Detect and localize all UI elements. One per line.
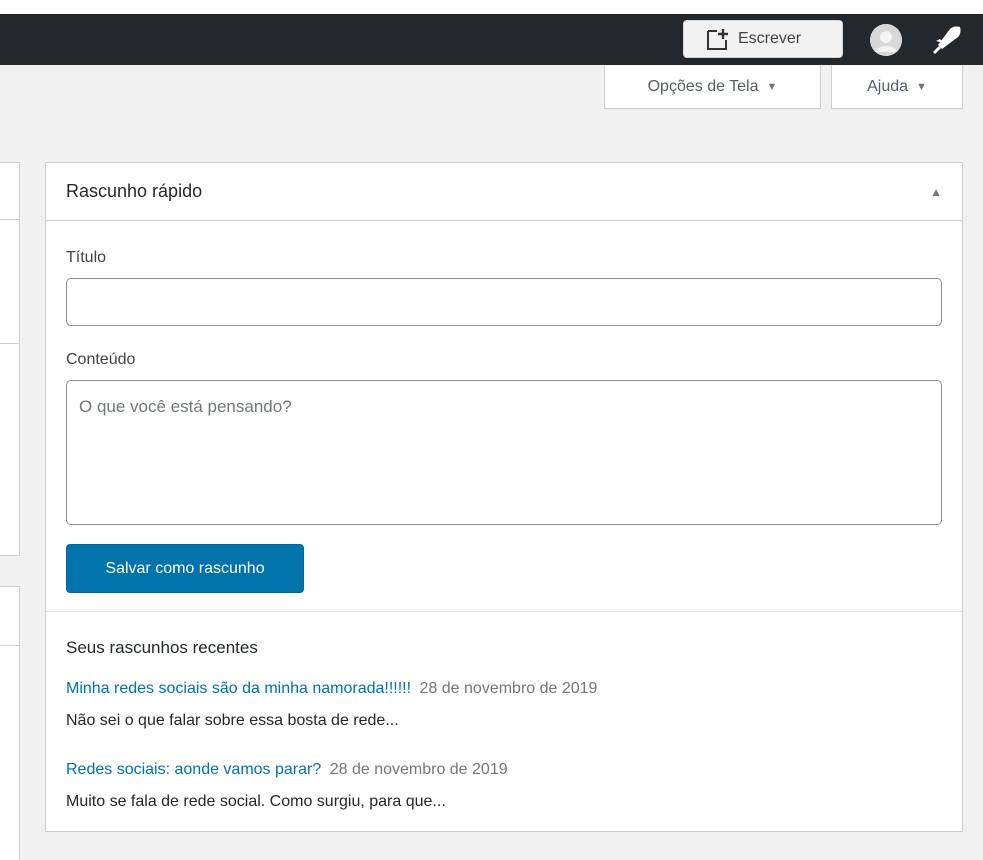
left-widget-body bbox=[0, 220, 20, 344]
screen-options-tab[interactable]: Opções de Tela ▼ bbox=[604, 65, 821, 109]
content-label: Conteúdo bbox=[66, 351, 136, 368]
new-post-label: Escrever bbox=[738, 30, 802, 47]
recent-drafts-heading: Seus rascunhos recentes bbox=[66, 638, 258, 657]
left-widget-header bbox=[0, 586, 20, 646]
draft-date: 28 de novembro de 2019 bbox=[329, 761, 508, 778]
help-label: Ajuda bbox=[867, 77, 909, 95]
draft-date: 28 de novembro de 2019 bbox=[419, 680, 598, 697]
save-draft-button[interactable]: Salvar como rascunho bbox=[66, 544, 304, 593]
list-item: Redes sociais: aonde vamos parar? 28 de … bbox=[66, 761, 508, 811]
widget-header: Rascunho rápido ▲ bbox=[46, 163, 962, 221]
help-tab[interactable]: Ajuda ▼ bbox=[831, 65, 963, 109]
draft-title-link[interactable]: Minha redes sociais são da minha namorad… bbox=[66, 680, 411, 697]
left-widget-body bbox=[0, 646, 20, 860]
quick-draft-widget: Rascunho rápido ▲ Título Conteúdo Salvar… bbox=[45, 162, 963, 832]
left-widget-header bbox=[0, 162, 20, 220]
draft-title-link[interactable]: Redes sociais: aonde vamos parar? bbox=[66, 761, 321, 778]
dropdown-arrow-icon: ▼ bbox=[916, 80, 927, 93]
draft-excerpt: Muito se fala de rede social. Como surgi… bbox=[66, 793, 446, 810]
title-input[interactable] bbox=[66, 278, 942, 326]
dropdown-arrow-icon: ▼ bbox=[766, 80, 778, 93]
widget-title: Rascunho rápido bbox=[66, 181, 203, 201]
content-textarea[interactable] bbox=[66, 380, 942, 525]
screen-options-label: Opções de Tela bbox=[647, 77, 759, 95]
new-post-icon bbox=[707, 29, 728, 50]
list-item: Minha redes sociais são da minha namorad… bbox=[66, 680, 597, 730]
rocket-icon[interactable] bbox=[930, 25, 962, 55]
left-widget-body bbox=[0, 344, 20, 556]
collapse-toggle-icon[interactable]: ▲ bbox=[930, 185, 942, 199]
recent-drafts: Seus rascunhos recentes Minha redes soci… bbox=[46, 611, 962, 831]
avatar-icon[interactable] bbox=[870, 24, 902, 56]
title-label: Título bbox=[66, 249, 107, 266]
draft-excerpt: Não sei o que falar sobre essa bosta de … bbox=[66, 712, 399, 729]
new-post-button[interactable]: Escrever bbox=[683, 20, 843, 58]
